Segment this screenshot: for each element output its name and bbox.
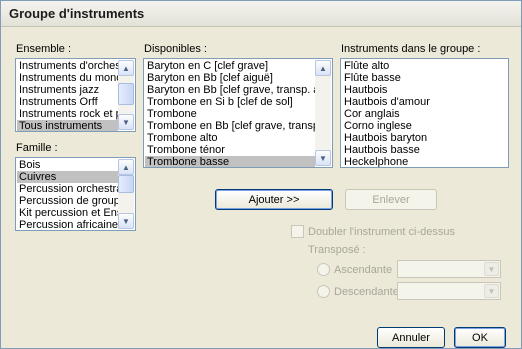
descending-label: Descendante: [334, 286, 399, 298]
groupe-listbox[interactable]: Flûte alto Flûte basse Hautbois Hautbois…: [340, 58, 509, 168]
list-item[interactable]: Corno inglese: [342, 120, 507, 132]
list-item[interactable]: Bois: [17, 159, 118, 171]
scrollbar-thumb[interactable]: [118, 175, 134, 193]
list-item[interactable]: Percussion orchestrale: [17, 183, 118, 195]
scrollbar-thumb[interactable]: [118, 83, 134, 105]
list-item[interactable]: Heckelphone: [342, 156, 507, 167]
scroll-up-icon[interactable]: ▲: [118, 60, 134, 76]
descending-radio[interactable]: [317, 285, 330, 298]
list-item[interactable]: Hautbois d'amour: [342, 96, 507, 108]
double-instrument-label: Doubler l'instrument ci-dessus: [308, 226, 455, 238]
list-item-selected[interactable]: Cuivres: [17, 171, 118, 183]
list-item[interactable]: Flûte alto: [342, 60, 507, 72]
groupe-label: Instruments dans le groupe :: [341, 43, 481, 55]
chevron-down-icon[interactable]: ▼: [484, 262, 499, 276]
list-item-selected[interactable]: Tous instruments: [17, 120, 118, 131]
list-item[interactable]: Instruments du monde: [17, 72, 118, 84]
list-item[interactable]: Baryton en Bb [clef aiguë]: [145, 72, 315, 84]
ascending-radio[interactable]: [317, 263, 330, 276]
ensemble-scrollbar[interactable]: ▲ ▼: [118, 60, 134, 130]
disponibles-scrollbar[interactable]: ▲ ▼: [315, 60, 331, 166]
list-item[interactable]: Cor anglais: [342, 108, 507, 120]
list-item[interactable]: Kit percussion et Ensemble: [17, 207, 118, 219]
chevron-down-icon[interactable]: ▼: [484, 284, 499, 298]
descending-combo[interactable]: ▼: [397, 282, 501, 300]
scroll-down-icon[interactable]: ▼: [315, 150, 331, 166]
list-item[interactable]: Hautbois basse: [342, 144, 507, 156]
scroll-up-icon[interactable]: ▲: [118, 159, 134, 175]
list-item-selected[interactable]: Trombone basse: [145, 156, 315, 167]
list-item[interactable]: Trombone en Si b [clef de sol]: [145, 96, 315, 108]
list-item[interactable]: Trombone: [145, 108, 315, 120]
remove-button[interactable]: Enlever: [345, 189, 437, 210]
list-item[interactable]: Trombone alto: [145, 132, 315, 144]
scroll-down-icon[interactable]: ▼: [118, 114, 134, 130]
famille-label: Famille :: [16, 142, 58, 154]
ascending-combo[interactable]: ▼: [397, 260, 501, 278]
list-item[interactable]: Hautbois baryton: [342, 132, 507, 144]
list-item[interactable]: Trombone ténor: [145, 144, 315, 156]
instrument-group-dialog: Groupe d'instruments Ensemble : Instrume…: [0, 0, 522, 349]
ensemble-listbox[interactable]: Instruments d'orchestre Instruments du m…: [15, 58, 136, 132]
transpose-label: Transposé :: [308, 244, 366, 256]
list-item[interactable]: Baryton en Bb [clef grave, transp. aiguë…: [145, 84, 315, 96]
list-item[interactable]: Flûte basse: [342, 72, 507, 84]
list-item[interactable]: Hautbois: [342, 84, 507, 96]
add-button[interactable]: Ajouter >>: [215, 189, 333, 210]
list-item[interactable]: Percussion africaine: [17, 219, 118, 230]
scroll-down-icon[interactable]: ▼: [118, 213, 134, 229]
disponibles-listbox[interactable]: Baryton en C [clef grave] Baryton en Bb …: [143, 58, 333, 168]
ascending-label: Ascendante: [334, 264, 393, 276]
list-item[interactable]: Instruments jazz: [17, 84, 118, 96]
list-item[interactable]: Percussion de groupe: [17, 195, 118, 207]
famille-listbox[interactable]: Bois Cuivres Percussion orchestrale Perc…: [15, 157, 136, 231]
list-item[interactable]: Instruments d'orchestre: [17, 60, 118, 72]
list-item[interactable]: Instruments Orff: [17, 96, 118, 108]
ensemble-label: Ensemble :: [16, 43, 72, 55]
ok-button[interactable]: OK: [454, 327, 506, 348]
cancel-button[interactable]: Annuler: [377, 327, 445, 348]
disponibles-label: Disponibles :: [144, 43, 207, 55]
list-item[interactable]: Instruments rock et pop: [17, 108, 118, 120]
double-instrument-checkbox[interactable]: [291, 225, 304, 238]
list-item[interactable]: Trombone en Bb [clef grave, transp. aigu: [145, 120, 315, 132]
title-bar: Groupe d'instruments: [1, 1, 521, 27]
scroll-up-icon[interactable]: ▲: [315, 60, 331, 76]
list-item[interactable]: Baryton en C [clef grave]: [145, 60, 315, 72]
dialog-title: Groupe d'instruments: [9, 6, 145, 21]
famille-scrollbar[interactable]: ▲ ▼: [118, 159, 134, 229]
